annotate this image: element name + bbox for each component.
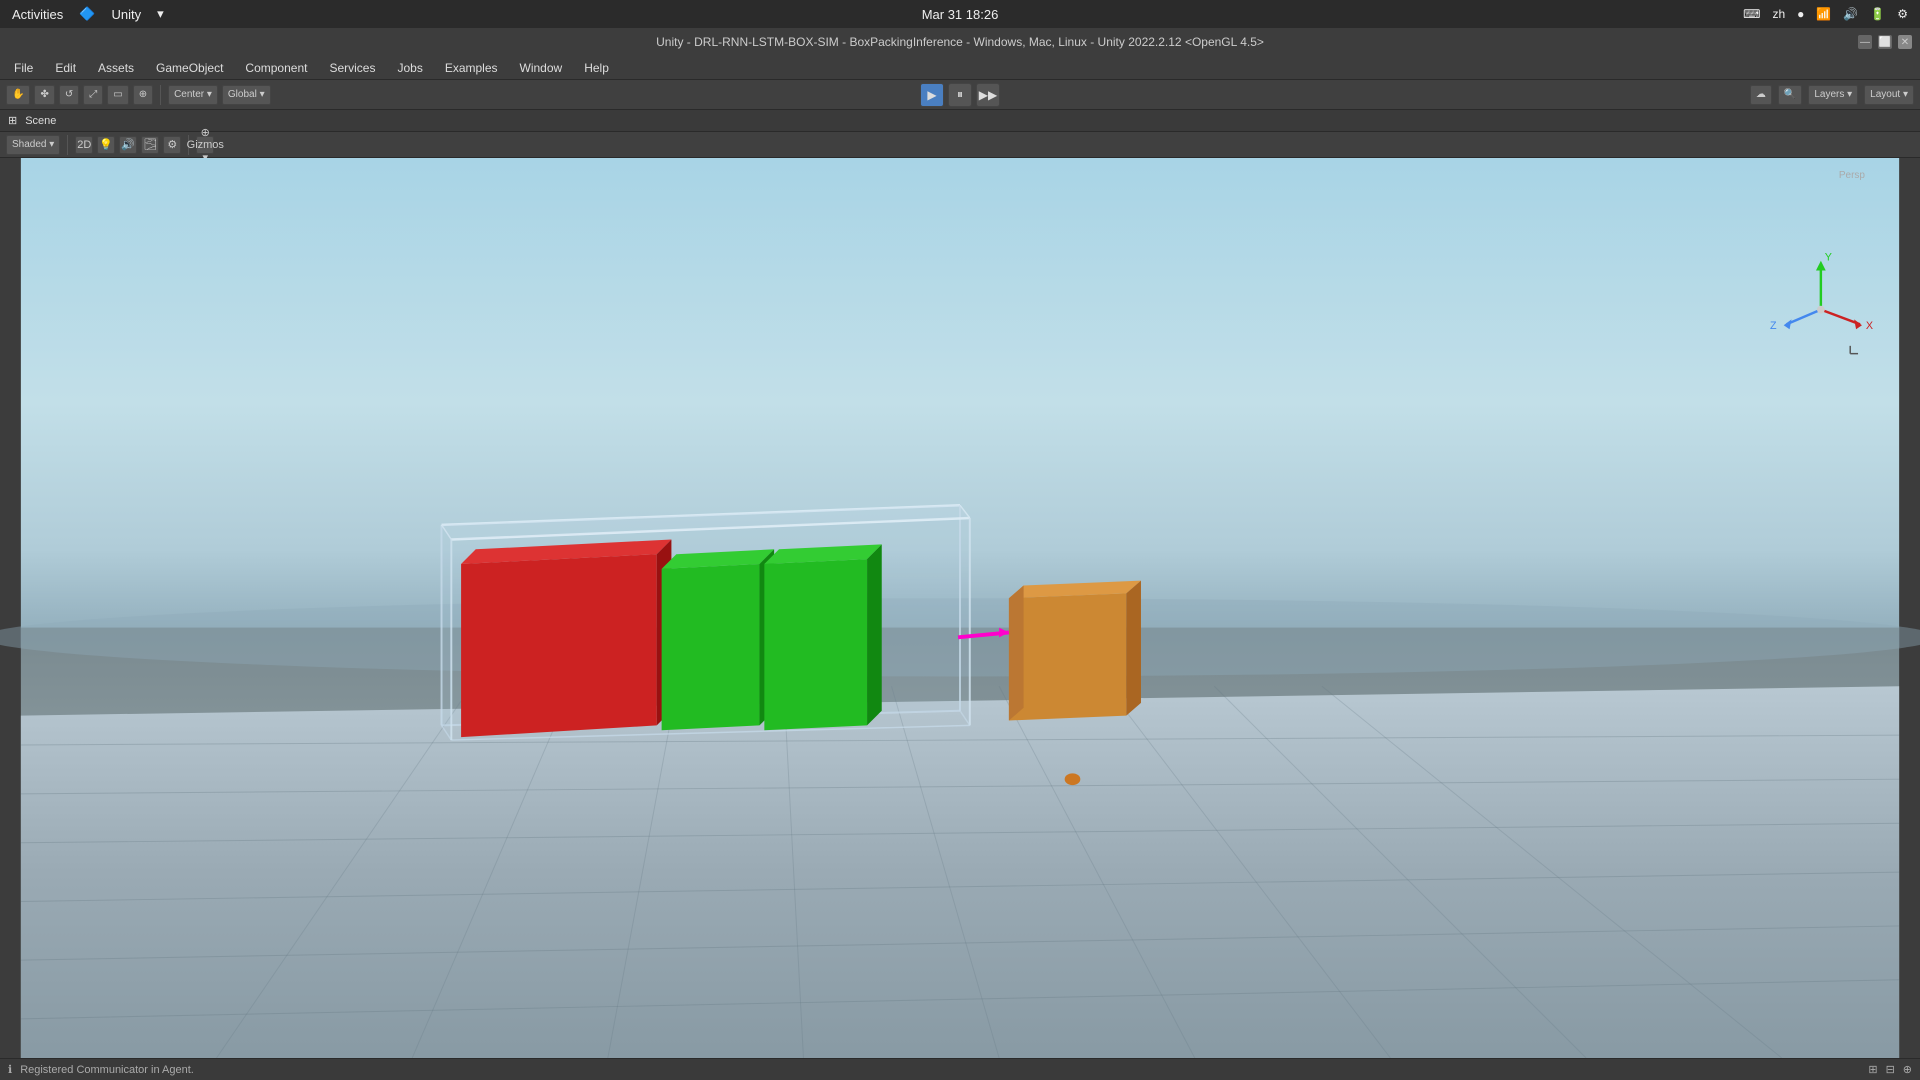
- menu-gameobject[interactable]: GameObject: [146, 59, 233, 77]
- close-button[interactable]: ✕: [1898, 35, 1912, 49]
- pause-button[interactable]: ⏸: [948, 83, 972, 107]
- step-button[interactable]: ▶▶: [976, 83, 1000, 107]
- toolbar-right: ☁ 🔍 Layers ▾ Layout ▾: [1750, 85, 1914, 105]
- rotate-tool-btn[interactable]: ↺: [59, 85, 79, 105]
- status-icon: ℹ: [8, 1063, 12, 1076]
- hand-tool-btn[interactable]: ✋: [6, 85, 30, 105]
- status-bar: ℹ Registered Communicator in Agent. ⊞ ⊟ …: [0, 1058, 1920, 1080]
- layout-btn[interactable]: Layout ▾: [1864, 85, 1914, 105]
- status-icon1: ●: [1797, 7, 1804, 21]
- menu-file[interactable]: File: [4, 59, 43, 77]
- unity-label[interactable]: Unity: [111, 7, 141, 22]
- os-bar: Activities 🔷 Unity ▾ Mar 31 18:26 ⌨ zh ●…: [0, 0, 1920, 28]
- collab-btn[interactable]: ☁: [1750, 85, 1772, 105]
- search-btn[interactable]: 🔍: [1778, 85, 1802, 105]
- battery-icon: 🔋: [1870, 7, 1885, 21]
- status-icon-2: ⊟: [1886, 1063, 1895, 1076]
- scale-tool-btn[interactable]: ⤢: [83, 85, 103, 105]
- toolbar-center: ▶ ⏸ ▶▶: [920, 83, 1000, 107]
- svg-text:Y: Y: [1825, 252, 1832, 264]
- volume-icon: 🔊: [1843, 7, 1858, 21]
- language-label: zh: [1772, 7, 1785, 21]
- toolbar-left: ✋ ✤ ↺ ⤢ ▭ ⊕ Center ▾ Global ▾: [6, 85, 271, 105]
- settings-icon: ⚙: [1897, 7, 1908, 21]
- unity-dropdown-icon[interactable]: ▾: [157, 6, 164, 22]
- menu-assets[interactable]: Assets: [88, 59, 144, 77]
- menu-component[interactable]: Component: [235, 59, 317, 77]
- gizmo-label: Persp: [1839, 170, 1865, 181]
- title-bar-buttons: — ⬜ ✕: [1858, 35, 1912, 49]
- menu-services[interactable]: Services: [319, 59, 385, 77]
- os-bar-left: Activities 🔷 Unity ▾: [12, 6, 164, 22]
- separator-tools: [67, 135, 68, 155]
- menu-jobs[interactable]: Jobs: [387, 59, 432, 77]
- gizmos-btn[interactable]: ⊕ Gizmos ▾: [196, 136, 214, 154]
- scene-svg: Y X Z: [0, 158, 1920, 1058]
- scene-viewport[interactable]: Y X Z Persp: [0, 158, 1920, 1058]
- move-tool-btn[interactable]: ✤: [34, 85, 54, 105]
- keyboard-icon: ⌨: [1743, 7, 1760, 21]
- rect-tool-btn[interactable]: ▭: [107, 85, 128, 105]
- status-icon-3: ⊕: [1903, 1063, 1912, 1076]
- play-button[interactable]: ▶: [920, 83, 944, 107]
- scene-icon: ⊞: [8, 114, 17, 127]
- menu-window[interactable]: Window: [510, 59, 573, 77]
- window-title: Unity - DRL-RNN-LSTM-BOX-SIM - BoxPackin…: [656, 35, 1264, 49]
- layers-btn[interactable]: Layers ▾: [1808, 85, 1858, 105]
- shading-dropdown[interactable]: Shaded ▾: [6, 135, 60, 155]
- effects-toggle[interactable]: 🌫: [141, 136, 159, 154]
- persp-toggle[interactable]: 2D: [75, 136, 93, 154]
- minimize-button[interactable]: —: [1858, 35, 1872, 49]
- wifi-icon: 📶: [1816, 7, 1831, 21]
- transform-tool-btn[interactable]: ⊕: [133, 85, 153, 105]
- menu-examples[interactable]: Examples: [435, 59, 508, 77]
- audio-toggle[interactable]: 🔊: [119, 136, 137, 154]
- scene-header: ⊞ Scene: [0, 110, 1920, 132]
- menu-edit[interactable]: Edit: [45, 59, 86, 77]
- toolbar: ✋ ✤ ↺ ⤢ ▭ ⊕ Center ▾ Global ▾ ▶ ⏸ ▶▶ ☁ 🔍…: [0, 80, 1920, 110]
- scene-tools: Shaded ▾ 2D 💡 🔊 🌫 ⚙ ⊕ Gizmos ▾: [0, 132, 1920, 158]
- os-bar-right: ⌨ zh ● 📶 🔊 🔋 ⚙: [1743, 7, 1908, 21]
- menu-help[interactable]: Help: [574, 59, 619, 77]
- os-bar-datetime: Mar 31 18:26: [922, 7, 999, 22]
- status-right-icons: ⊞ ⊟ ⊕: [1868, 1063, 1912, 1076]
- status-message: Registered Communicator in Agent.: [20, 1064, 194, 1076]
- svg-text:X: X: [1866, 320, 1873, 332]
- space-btn[interactable]: Global ▾: [222, 85, 271, 105]
- scene-label[interactable]: Scene: [25, 115, 56, 127]
- svg-text:Z: Z: [1770, 320, 1777, 332]
- lighting-toggle[interactable]: 💡: [97, 136, 115, 154]
- scene-vis-toggle[interactable]: ⚙: [163, 136, 181, 154]
- menu-bar: File Edit Assets GameObject Component Se…: [0, 56, 1920, 80]
- title-bar: Unity - DRL-RNN-LSTM-BOX-SIM - BoxPackin…: [0, 28, 1920, 56]
- status-icon-1: ⊞: [1868, 1063, 1877, 1076]
- separator-1: [160, 85, 161, 105]
- unity-logo: 🔷: [79, 6, 95, 22]
- pivot-btn[interactable]: Center ▾: [168, 85, 218, 105]
- activities-label[interactable]: Activities: [12, 7, 63, 22]
- maximize-button[interactable]: ⬜: [1878, 35, 1892, 49]
